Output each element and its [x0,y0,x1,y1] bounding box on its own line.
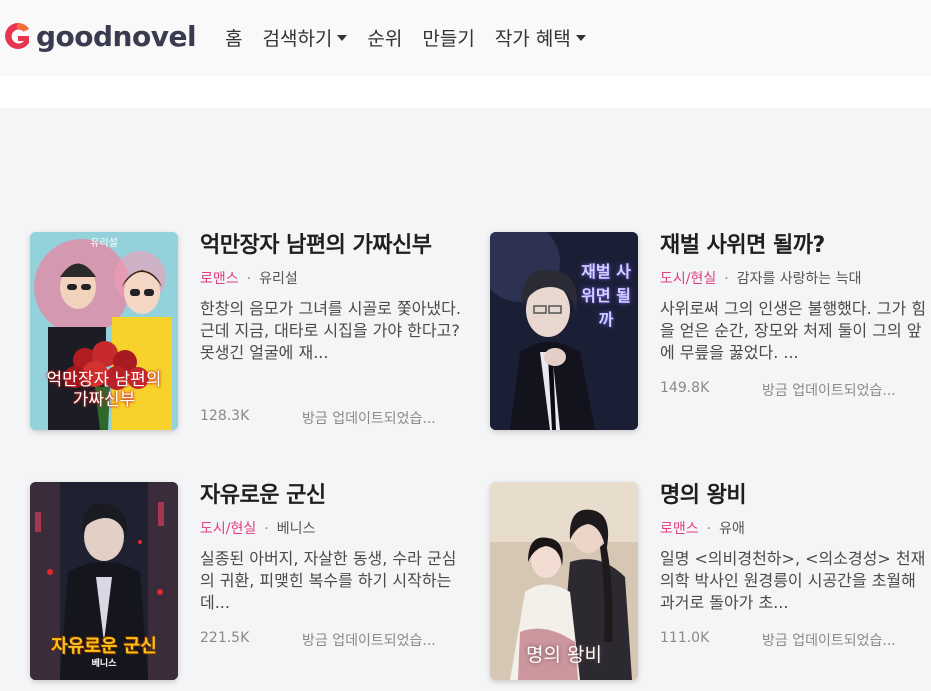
book-cover[interactable]: 자유로운 군신 베니스 [30,482,178,680]
main-nav: 홈 검색하기 순위 만들기 작가 혜택 [225,22,606,52]
book-category[interactable]: 도시/현실 [200,521,256,537]
nav-create-label: 만들기 [422,27,475,50]
book-author[interactable]: 베니스 [277,521,316,537]
nav-author-benefits-label: 작가 혜택 [494,27,571,50]
nav-create[interactable]: 만들기 [422,24,474,51]
cover-author: 유리설 [90,238,118,249]
book-updated: 방금 업데이트되었습... [302,411,436,427]
book-info: 명의 왕비 로맨스 · 유애 일명 <의비경천하>, <의소경성> 천재 의학 박사… [660,482,930,649]
book-description: 사위로써 그의 인생은 불행했다. 그가 힘을 얻은 순간, 장모와 처제 둘이… [660,299,927,362]
book-card[interactable]: 재벌 사위면 될까 재벌 사위면 될까? 도시/현실 · 감자를 사랑하는 늑대 사… [490,232,930,432]
book-author[interactable]: 유애 [719,521,745,537]
cover-title: 자유로운 군신 [51,636,157,657]
book-meta: 도시/현실 · 감자를 사랑하는 늑대 [660,270,930,288]
nav-search[interactable]: 검색하기 [262,24,348,51]
book-cover[interactable]: 재벌 사위면 될까 [490,232,638,430]
book-category[interactable]: 로맨스 [200,271,239,287]
book-cover[interactable]: 명의 왕비 [490,482,638,680]
book-updated: 방금 업데이트되었습... [762,633,896,649]
cover-title: 재벌 사위면 될까 [581,262,631,329]
nav-home-label: 홈 [225,27,243,50]
meta-separator: · [706,521,712,537]
book-meta: 로맨스 · 유리설 [200,270,470,288]
book-updated: 방금 업데이트되었습... [302,633,436,649]
book-description: 한창의 음모가 그녀를 시골로 쫓아냈다. 근데 지금, 대타로 시집을 가야 … [200,299,461,362]
book-info: 자유로운 군신 도시/현실 · 베니스 실종된 아버지, 자살한 동생, 수라 군심… [200,482,470,649]
book-info: 억만장자 남편의 가짜신부 로맨스 · 유리설 한창의 음모가 그녀를 시골로 쫓아… [200,232,470,427]
meta-separator: · [264,521,269,537]
book-card[interactable]: 자유로운 군신 베니스 자유로운 군신 도시/현실 · 베니스 실종된 아버지, 자… [30,482,470,682]
book-card[interactable]: 유리설 억만장자 남편의 가짜신부 억만장자 남편의 가짜신부 로맨스 · 유리설 … [30,232,470,432]
meta-separator: · [724,271,729,287]
book-views: 221.5K [200,630,250,646]
nav-home[interactable]: 홈 [225,24,242,51]
chevron-down-icon [575,35,586,41]
brand-name: goodnovel [36,19,197,53]
book-title[interactable]: 명의 왕비 [660,482,930,510]
meta-separator: · [246,271,252,287]
book-meta: 로맨스 · 유애 [660,520,930,538]
chevron-down-icon [337,35,348,41]
cover-title: 명의 왕비 [526,644,602,666]
book-category[interactable]: 도시/현실 [660,271,716,287]
book-views: 149.8K [660,380,710,396]
top-nav-bar: goodnovel 홈 검색하기 순위 만들기 작가 혜택 [0,0,931,76]
book-info: 재벌 사위면 될까? 도시/현실 · 감자를 사랑하는 늑대 사위로써 그의 인생은… [660,232,930,399]
logo-g-icon [5,22,29,50]
cover-title: 억만장자 남편의 가짜신부 [46,370,162,410]
book-views: 128.3K [200,408,250,424]
nav-search-label: 검색하기 [262,27,333,50]
book-author[interactable]: 유리설 [259,271,298,287]
book-title[interactable]: 재벌 사위면 될까? [660,232,930,260]
header-spacer [0,76,931,108]
book-description: 일명 <의비경천하>, <의소경성> 천재 의학 박사인 원경릉이 시공간을 초… [660,549,926,612]
book-cover[interactable]: 유리설 억만장자 남편의 가짜신부 [30,232,178,430]
nav-ranking-label: 순위 [367,27,403,50]
book-author[interactable]: 감자를 사랑하는 늑대 [737,271,862,287]
book-views: 111.0K [660,630,710,646]
book-meta: 도시/현실 · 베니스 [200,520,470,538]
goodnovel-logo[interactable]: goodnovel [0,16,197,56]
book-category[interactable]: 로맨스 [660,521,699,537]
nav-ranking[interactable]: 순위 [367,24,402,51]
cover-author: 베니스 [91,659,117,669]
book-card[interactable]: 명의 왕비 명의 왕비 로맨스 · 유애 일명 <의비경천하>, <의소경성> 천재… [490,482,930,682]
book-updated: 방금 업데이트되었습... [762,383,896,399]
book-title[interactable]: 자유로운 군신 [200,482,470,510]
nav-author-benefits[interactable]: 작가 혜택 [495,24,586,51]
book-description: 실종된 아버지, 자살한 동생, 수라 군심의 귀환, 피맺힌 복수를 하기 시… [200,549,457,612]
book-title[interactable]: 억만장자 남편의 가짜신부 [200,232,470,260]
